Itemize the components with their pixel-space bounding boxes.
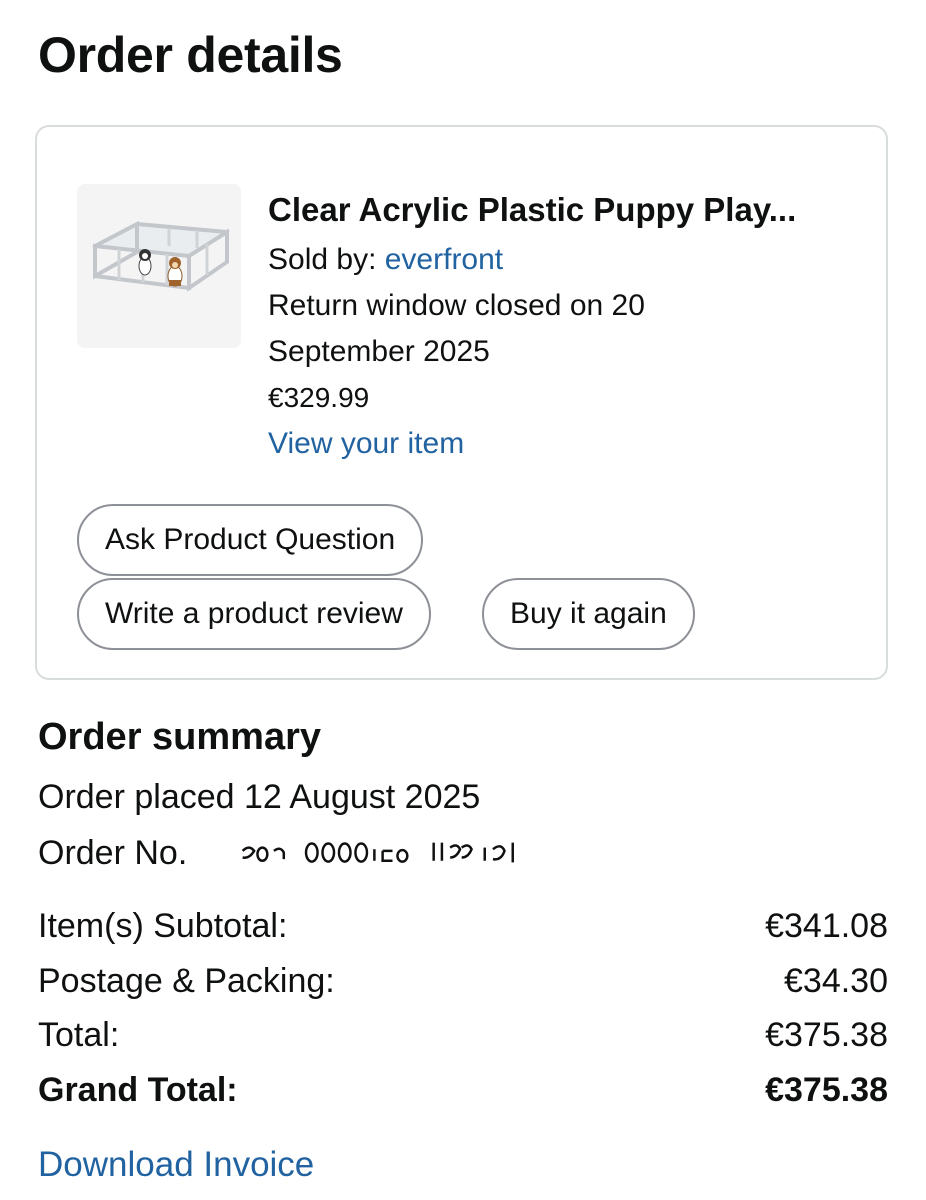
total-value: €375.38	[765, 1016, 888, 1054]
seller-link[interactable]: everfront	[385, 243, 503, 276]
total-label: Total:	[38, 1016, 120, 1054]
return-window-line-2: September 2025	[268, 335, 490, 368]
total-row: Total: €375.38	[38, 1016, 888, 1055]
order-number-line: Order No.	[38, 834, 592, 873]
postage-label: Postage & Packing:	[38, 962, 335, 1000]
order-summary-heading: Order summary	[38, 716, 322, 758]
buy-it-again-button[interactable]: Buy it again	[482, 578, 695, 650]
product-thumbnail[interactable]	[77, 184, 241, 348]
playpen-image-icon	[77, 184, 241, 348]
postage-row: Postage & Packing: €34.30	[38, 962, 888, 1001]
sold-by-line: Sold by: everfront	[268, 243, 503, 277]
ask-product-question-button[interactable]: Ask Product Question	[77, 504, 424, 576]
order-number-label: Order No.	[38, 834, 188, 872]
subtotal-value: €341.08	[765, 907, 888, 945]
write-review-button[interactable]: Write a product review	[77, 578, 431, 650]
return-window-line-1: Return window closed on 20	[268, 289, 645, 322]
page-title: Order details	[38, 27, 343, 83]
redacted-order-number	[241, 842, 514, 863]
grand-total-row: Grand Total: €375.38	[38, 1071, 888, 1110]
download-invoice-link[interactable]: Download Invoice	[38, 1145, 314, 1185]
order-details-page: Order details Clear Acrylic Plastic Pupp…	[0, 0, 926, 1200]
view-item-link[interactable]: View your item	[268, 427, 464, 461]
subtotal-row: Item(s) Subtotal: €341.08	[38, 907, 888, 946]
product-title-link[interactable]: Clear Acrylic Plastic Puppy Play...	[268, 191, 796, 229]
grand-total-value: €375.38	[765, 1071, 888, 1109]
subtotal-label: Item(s) Subtotal:	[38, 907, 288, 945]
item-price: €329.99	[268, 382, 370, 413]
grand-total-label: Grand Total:	[38, 1071, 238, 1109]
order-placed-date: Order placed 12 August 2025	[38, 778, 481, 816]
order-item-card: Clear Acrylic Plastic Puppy Play... Sold…	[35, 125, 888, 680]
sold-by-label: Sold by:	[268, 243, 377, 276]
postage-value: €34.30	[784, 962, 888, 1000]
